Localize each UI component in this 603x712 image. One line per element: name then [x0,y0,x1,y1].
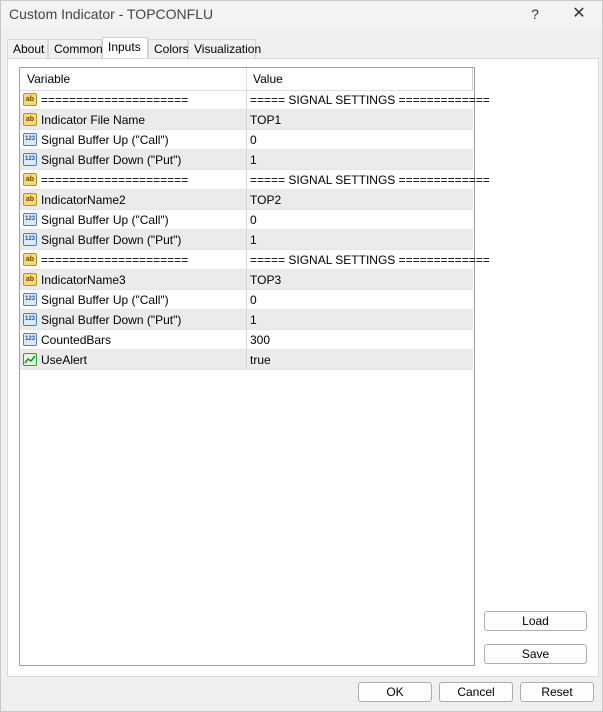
table-row[interactable]: 123 Signal Buffer Up ("Call") 0 [20,290,473,310]
column-divider [246,330,247,350]
variable-name-cell: Signal Buffer Down ("Put") [41,313,182,327]
grid-header: Variable Value [20,68,473,91]
variable-name-cell: IndicatorName3 [41,273,126,287]
value-cell[interactable]: 0 [250,293,257,307]
value-cell[interactable]: 300 [250,333,270,347]
value-cell[interactable]: TOP1 [250,113,281,127]
value-cell[interactable]: ===== SIGNAL SETTINGS ============= [250,173,490,187]
ab-string-icon: ab [23,173,37,186]
table-row[interactable]: ab Indicator File Name TOP1 [20,110,473,130]
variable-name-cell: Indicator File Name [41,113,146,127]
table-row[interactable]: 123 Signal Buffer Down ("Put") 1 [20,230,473,250]
variable-name-cell: Signal Buffer Down ("Put") [41,153,182,167]
tab-colors[interactable]: Colors [148,39,189,58]
value-cell[interactable]: ===== SIGNAL SETTINGS ============= [250,93,490,107]
table-row[interactable]: ab IndicatorName2 TOP2 [20,190,473,210]
column-divider [246,350,247,370]
variable-name-cell: UseAlert [41,353,88,367]
bottom-button-bar: OK Cancel Reset [1,677,602,711]
variable-name-cell: CountedBars [41,333,112,347]
close-button[interactable]: ✕ [559,3,599,27]
ab-string-icon: ab [23,93,37,106]
123-number-icon: 123 [23,233,37,246]
ok-button[interactable]: OK [358,682,432,702]
value-cell[interactable]: 1 [250,233,257,247]
123-number-icon: 123 [23,313,37,326]
tab-visualization[interactable]: Visualization [188,39,261,58]
column-divider [246,210,247,230]
123-number-icon: 123 [23,133,37,146]
inputs-grid: Variable Value ab ===================== ==… [19,67,490,666]
value-cell[interactable]: 1 [250,313,257,327]
bool-chart-icon [23,353,37,366]
reset-button[interactable]: Reset [520,682,594,702]
variable-name-cell: ===================== [41,93,189,107]
column-divider [246,110,247,130]
123-number-icon: 123 [23,153,37,166]
ab-string-icon: ab [23,253,37,266]
value-cell[interactable]: 0 [250,133,257,147]
tab-about[interactable]: About [7,39,48,58]
variable-name-cell: Signal Buffer Up ("Call") [41,293,169,307]
tab-inputs[interactable]: Inputs [102,37,148,59]
variable-name-cell: ===================== [41,173,189,187]
variable-name-cell: Signal Buffer Down ("Put") [41,233,182,247]
cancel-button[interactable]: Cancel [439,682,513,702]
value-cell[interactable]: ===== SIGNAL SETTINGS ============= [250,253,490,267]
table-row[interactable]: ab ===================== ===== SIGNAL SETT… [20,90,490,110]
load-button[interactable]: Load [484,611,587,631]
header-end-divider [472,68,473,90]
table-row[interactable]: 123 CountedBars 300 [20,330,473,350]
variable-name-cell: Signal Buffer Up ("Call") [41,213,169,227]
table-row[interactable]: ab IndicatorName3 TOP3 [20,270,473,290]
value-cell[interactable]: true [250,353,271,367]
table-row[interactable]: 123 Signal Buffer Down ("Put") 1 [20,150,473,170]
column-divider [246,90,247,110]
ab-string-icon: ab [23,273,37,286]
variable-name-cell: Signal Buffer Up ("Call") [41,133,169,147]
title-bar[interactable]: Custom Indicator - TOPCONFLU ? ✕ [1,1,602,29]
table-row[interactable]: UseAlert true [20,350,473,370]
value-cell[interactable]: 1 [250,153,257,167]
column-divider [246,230,247,250]
header-divider[interactable] [246,68,247,90]
value-cell[interactable]: TOP3 [250,273,281,287]
dialog-window: Custom Indicator - TOPCONFLU ? ✕ About C… [0,0,603,712]
window-title: Custom Indicator - TOPCONFLU [9,6,214,22]
table-row[interactable]: ab ===================== ===== SIGNAL SETT… [20,170,490,190]
123-number-icon: 123 [23,213,37,226]
column-divider [246,250,247,270]
ab-string-icon: ab [23,193,37,206]
save-button[interactable]: Save [484,644,587,664]
help-button[interactable]: ? [515,3,555,27]
column-header-value[interactable]: Value [253,72,283,86]
column-divider [246,170,247,190]
value-cell[interactable]: 0 [250,213,257,227]
column-divider [246,290,247,310]
tab-common[interactable]: Common [48,39,103,58]
column-divider [246,150,247,170]
ab-string-icon: ab [23,113,37,126]
inputs-panel: Variable Value ab ===================== ==… [7,58,599,677]
table-row[interactable]: 123 Signal Buffer Up ("Call") 0 [20,210,473,230]
table-row[interactable]: 123 Signal Buffer Down ("Put") 1 [20,310,473,330]
table-row[interactable]: 123 Signal Buffer Up ("Call") 0 [20,130,473,150]
column-divider [246,310,247,330]
variable-name-cell: IndicatorName2 [41,193,126,207]
column-divider [246,270,247,290]
variable-name-cell: ===================== [41,253,189,267]
column-divider [246,190,247,210]
column-divider [246,130,247,150]
column-header-variable[interactable]: Variable [27,72,70,86]
value-cell[interactable]: TOP2 [250,193,281,207]
table-row[interactable]: ab ===================== ===== SIGNAL SETT… [20,250,490,270]
123-number-icon: 123 [23,293,37,306]
123-number-icon: 123 [23,333,37,346]
